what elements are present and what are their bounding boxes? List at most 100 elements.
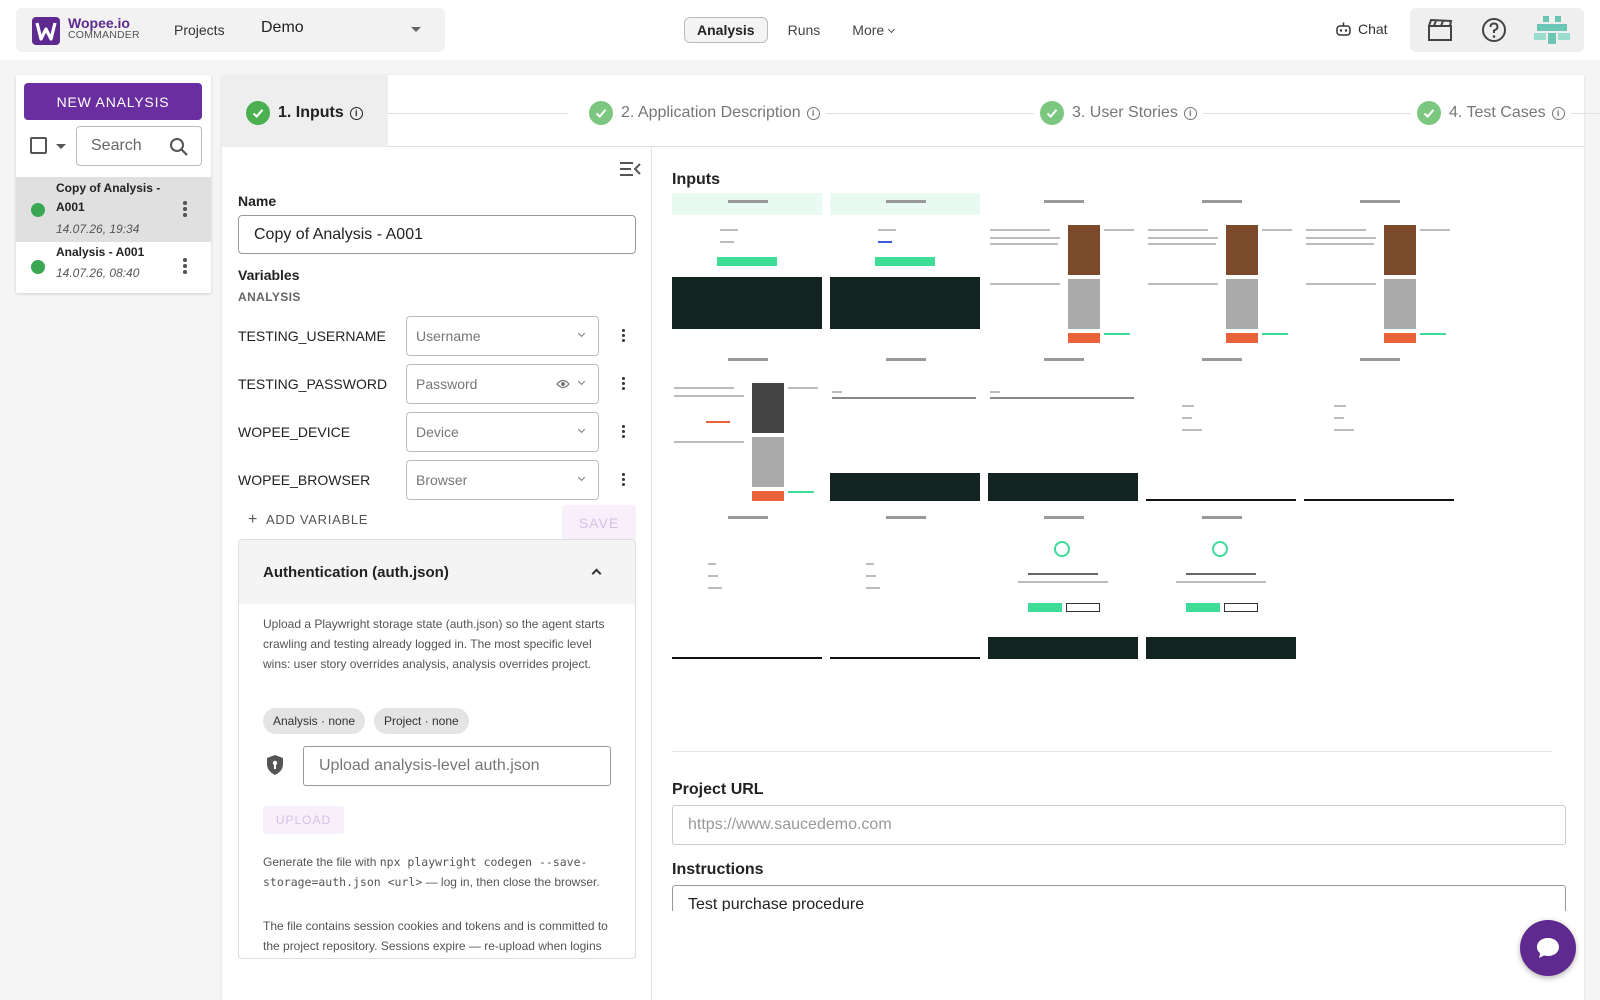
variable-name: WOPEE_DEVICE <box>238 424 351 440</box>
variable-placeholder: Device <box>416 424 459 440</box>
chevron-up-icon[interactable] <box>591 568 602 579</box>
variable-name: WOPEE_BROWSER <box>238 472 371 488</box>
more-vert-icon[interactable] <box>622 329 625 344</box>
screenshot-thumbnail[interactable] <box>988 351 1138 501</box>
step-inputs[interactable]: 1. Inputs i <box>246 101 363 125</box>
instructions-viewport: Test purchase procedure <box>672 885 1568 911</box>
step-user-stories[interactable]: 3. User Stories i <box>1034 101 1203 125</box>
project-select[interactable]: Demo <box>261 19 431 37</box>
screenshot-thumbnail[interactable] <box>830 509 980 659</box>
step-test-cases[interactable]: 4. Test Cases i <box>1411 101 1571 125</box>
save-button[interactable]: SAVE <box>562 505 636 541</box>
select-all-checkbox[interactable] <box>30 137 47 154</box>
clapperboard-icon[interactable] <box>1426 16 1454 44</box>
screenshot-thumbnail[interactable] <box>672 509 822 659</box>
screenshot-thumbnail[interactable] <box>1146 509 1296 659</box>
screenshot-thumbnail[interactable] <box>830 193 980 343</box>
shield-icon <box>267 755 283 775</box>
wopee-logo-icon[interactable] <box>32 17 60 45</box>
more-vert-icon[interactable] <box>622 377 625 392</box>
auth-title: Authentication (auth.json) <box>263 564 449 581</box>
gen-prefix: Generate the file with <box>263 855 380 869</box>
screenshot-thumbnail[interactable] <box>672 193 822 343</box>
upload-button[interactable]: UPLOAD <box>263 806 344 834</box>
add-variable-label: ADD VARIABLE <box>266 512 369 527</box>
check-circle-icon <box>1417 101 1441 125</box>
brand-area: Wopee.io COMMANDER Projects Demo <box>16 8 445 52</box>
divider <box>672 751 1552 752</box>
info-icon[interactable]: i <box>806 106 820 120</box>
more-vert-icon[interactable] <box>622 425 625 440</box>
project-url-label: Project URL <box>672 781 764 798</box>
tab-more-label: More <box>852 22 885 38</box>
check-circle-icon <box>1040 101 1064 125</box>
info-icon[interactable]: i <box>1551 106 1565 120</box>
screenshot-thumbnail[interactable] <box>1146 193 1296 343</box>
instructions-label: Instructions <box>672 861 764 878</box>
tab-runs[interactable]: Runs <box>776 18 833 42</box>
list-item[interactable]: Analysis - A001 14.07.26, 08:40 <box>16 243 211 291</box>
inputs-form: Name Variables ANALYSIS TESTING_USERNAME… <box>222 147 652 1000</box>
search-input[interactable] <box>91 137 171 155</box>
screenshot-thumbnail[interactable] <box>1146 351 1296 501</box>
variable-value-select[interactable]: Username <box>406 316 599 356</box>
tab-analysis[interactable]: Analysis <box>684 17 768 43</box>
chat-button[interactable]: Chat <box>1335 21 1388 37</box>
auth-upload-input[interactable] <box>303 746 611 786</box>
file-note: The file contains session cookies and to… <box>263 919 608 953</box>
variable-value-select[interactable]: Password <box>406 364 599 404</box>
analysis-auth-chip: Analysis · none <box>263 708 366 734</box>
more-vert-icon[interactable] <box>622 473 625 488</box>
collapse-panel-icon[interactable] <box>619 160 641 178</box>
add-variable-button[interactable]: + ADD VARIABLE <box>248 511 368 529</box>
search-icon[interactable] <box>169 137 189 157</box>
variable-row: WOPEE_BROWSER Browser <box>238 460 636 500</box>
info-icon[interactable]: i <box>1183 106 1197 120</box>
main-nav: Analysis Runs More <box>684 17 914 43</box>
status-dot <box>31 203 45 217</box>
analysis-detail-panel: 1. Inputs i 2. Application Description i… <box>222 75 1600 1000</box>
variable-value-select[interactable]: Browser <box>406 460 599 500</box>
variable-row: WOPEE_DEVICE Device <box>238 412 636 452</box>
chevron-down-icon <box>577 329 586 338</box>
search-box <box>76 126 202 166</box>
variable-value-select[interactable]: Device <box>406 412 599 452</box>
eye-icon[interactable] <box>556 378 570 390</box>
screenshot-thumbnail[interactable] <box>988 193 1138 343</box>
more-vert-icon[interactable] <box>183 258 187 276</box>
chevron-down-icon <box>577 377 586 386</box>
tab-more[interactable]: More <box>840 18 906 42</box>
new-analysis-button[interactable]: NEW ANALYSIS <box>24 83 202 120</box>
caret-down-icon <box>411 27 421 32</box>
variable-placeholder: Browser <box>416 472 468 488</box>
chevron-down-icon <box>577 425 586 434</box>
screenshot-thumbnail[interactable] <box>672 351 822 501</box>
robot-icon <box>1336 22 1351 36</box>
more-vert-icon[interactable] <box>183 201 187 219</box>
project-url-input[interactable] <box>672 805 1566 845</box>
status-dot <box>31 260 45 274</box>
auth-section-header[interactable]: Authentication (auth.json) <box>239 540 635 604</box>
list-item-title: Analysis - A001 <box>56 245 145 259</box>
caret-down-icon[interactable] <box>56 144 66 149</box>
info-icon[interactable]: i <box>349 106 363 120</box>
stepper: 1. Inputs i 2. Application Description i… <box>222 75 1600 147</box>
help-circle-icon[interactable] <box>1480 16 1508 44</box>
step-label: 1. Inputs <box>278 104 344 121</box>
projects-link[interactable]: Projects <box>174 22 225 38</box>
screenshot-thumbnail[interactable] <box>1304 351 1454 501</box>
chat-fab-button[interactable] <box>1520 920 1576 976</box>
variable-placeholder: Password <box>416 376 478 392</box>
instructions-textarea[interactable]: Test purchase procedure <box>672 885 1566 911</box>
screenshot-thumbnail[interactable] <box>988 509 1138 659</box>
list-item-date: 14.07.26, 08:40 <box>56 266 140 280</box>
name-input[interactable] <box>238 215 636 254</box>
variables-label: Variables <box>238 267 300 283</box>
analysis-list-panel: NEW ANALYSIS Copy of Analysis - A001 14.… <box>16 75 211 293</box>
screenshot-thumbnail[interactable] <box>1304 193 1454 343</box>
header-icon-group <box>1410 8 1584 52</box>
list-item[interactable]: Copy of Analysis - A001 14.07.26, 19:34 <box>16 177 211 242</box>
screenshot-thumbnail[interactable] <box>830 351 980 501</box>
step-application-description[interactable]: 2. Application Description i <box>583 101 826 125</box>
user-avatar-icon[interactable] <box>1534 16 1570 44</box>
